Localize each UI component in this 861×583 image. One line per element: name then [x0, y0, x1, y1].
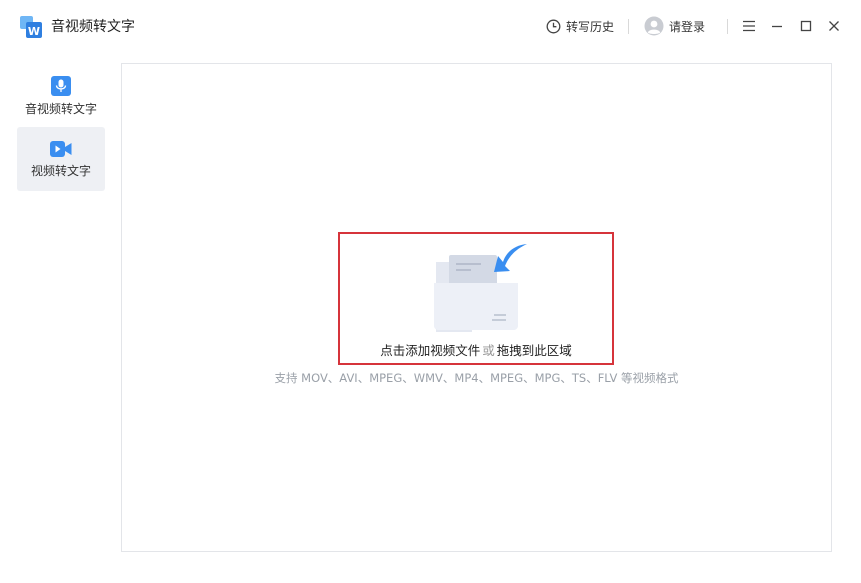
hamburger-icon: [743, 20, 755, 32]
sidebar-item-video-to-text[interactable]: 视频转文字: [17, 127, 105, 191]
login-button[interactable]: 请登录: [644, 15, 705, 37]
drop-zone-text: 点击添加视频文件或拖拽到此区域: [340, 343, 612, 359]
sidebar: 音视频转文字 视频转文字: [0, 54, 120, 583]
header-divider: [628, 19, 629, 34]
minimize-button[interactable]: [768, 17, 786, 35]
video-camera-icon: [50, 141, 72, 157]
app-logo-letter: W: [28, 25, 40, 38]
history-label: 转写历史: [566, 19, 615, 34]
file-drop-zone[interactable]: 点击添加视频文件或拖拽到此区域: [338, 232, 614, 365]
sidebar-item-audio-video-to-text[interactable]: 音视频转文字: [17, 64, 105, 128]
drop-primary-text: 点击添加视频文件: [380, 343, 481, 358]
drop-secondary-text: 拖拽到此区域: [496, 343, 572, 358]
close-icon: [829, 21, 839, 31]
main-panel: 点击添加视频文件或拖拽到此区域 支持 MOV、AVI、MPEG、WMV、MP4、…: [121, 63, 832, 552]
maximize-icon: [800, 20, 812, 32]
bottom-strip: [0, 555, 861, 583]
minimize-icon: [772, 25, 782, 28]
title-bar: W 音视频转文字 转写历史 请登录: [0, 0, 861, 54]
maximize-button[interactable]: [797, 17, 815, 35]
login-label: 请登录: [669, 19, 706, 34]
folder-upload-icon: [434, 244, 527, 332]
avatar-icon: [644, 16, 664, 36]
app-window: W 音视频转文字 转写历史 请登录 音视频转文字 视频转文字 点击添加视频文件 …: [0, 0, 861, 583]
menu-button[interactable]: [740, 17, 758, 35]
app-title: 音视频转文字: [51, 19, 135, 35]
sidebar-item-label: 视频转文字: [30, 164, 91, 178]
sidebar-item-label: 音视频转文字: [24, 102, 97, 116]
microphone-icon: [51, 76, 71, 96]
supported-formats-hint: 支持 MOV、AVI、MPEG、WMV、MP4、MPEG、MPG、TS、FLV …: [274, 371, 679, 385]
drop-or-text: 或: [482, 343, 495, 358]
app-logo-icon: W: [20, 16, 42, 38]
close-button[interactable]: [825, 17, 843, 35]
history-button[interactable]: 转写历史: [546, 16, 614, 36]
clock-icon: [546, 19, 561, 33]
header-divider: [727, 19, 728, 34]
